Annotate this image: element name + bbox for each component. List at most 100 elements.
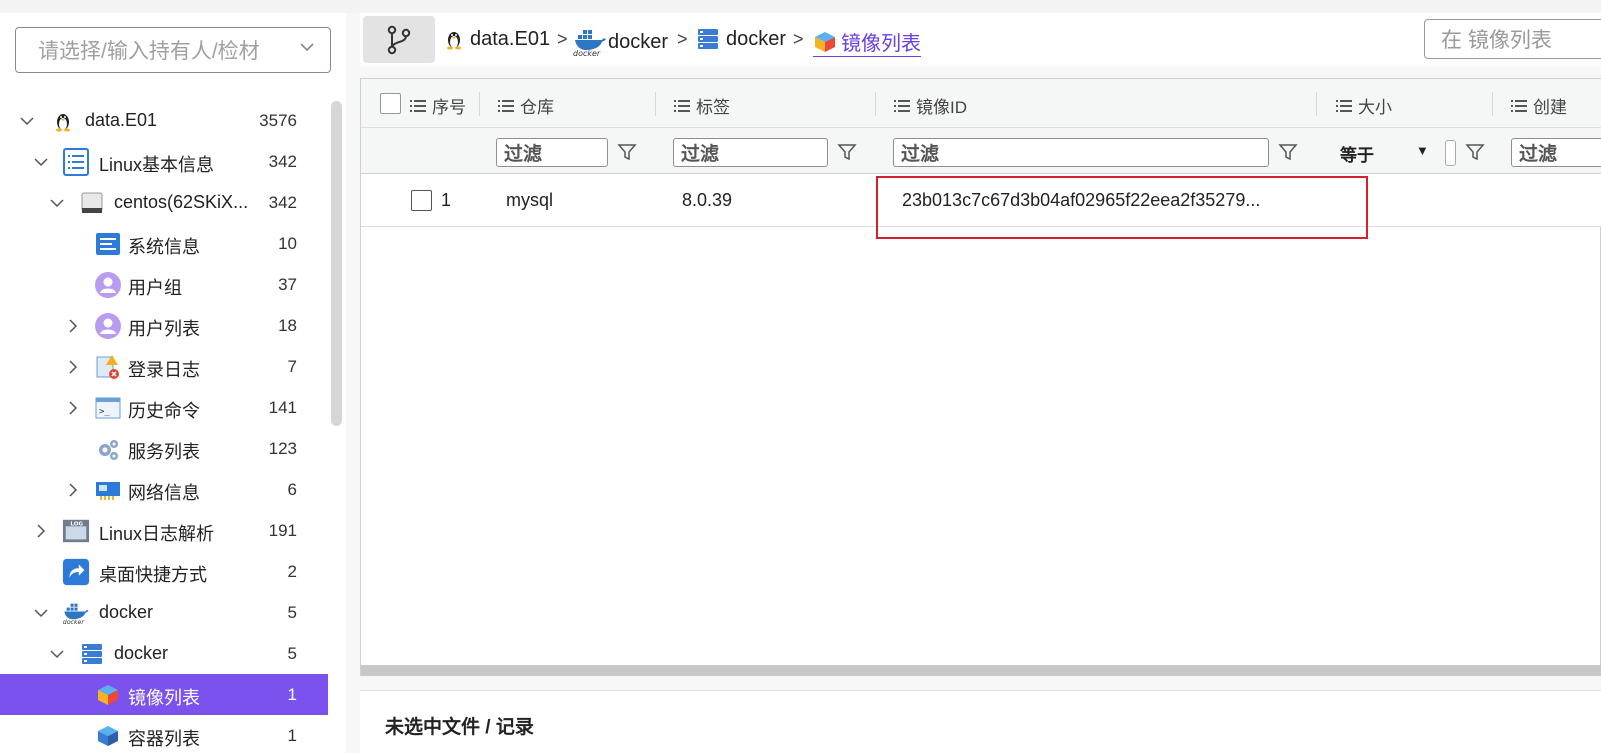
branch-button[interactable] [363, 16, 435, 63]
tree-item-count: 3576 [259, 111, 297, 130]
column-divider[interactable] [1316, 92, 1317, 116]
chevron-down-icon[interactable] [50, 196, 64, 210]
system-info-icon [94, 230, 122, 258]
tree-item[interactable]: 登录日志 7 [0, 346, 328, 387]
table-header: 序号 仓库 标签 镜像ID 大小 创建 [361, 79, 1601, 128]
image-table: 序号 仓库 标签 镜像ID 大小 创建 过滤 过滤 过滤 等于 ▼ 过滤 1 m… [360, 78, 1601, 676]
breadcrumb-item-image-list[interactable]: 镜像列表 [813, 27, 921, 57]
image-cube-icon [94, 681, 122, 709]
column-divider[interactable] [479, 92, 480, 116]
column-header-repo[interactable]: 仓库 [498, 93, 554, 118]
chevron-down-icon[interactable] [20, 114, 34, 128]
search-input[interactable]: 在 镜像列表 [1424, 19, 1601, 59]
terminal-icon: >_ [94, 394, 122, 422]
no-selection-text: 未选中文件 / 记录 [385, 717, 534, 738]
filter-funnel-icon[interactable] [617, 142, 637, 162]
column-divider[interactable] [1492, 92, 1493, 116]
size-filter-operator[interactable]: 等于 [1340, 141, 1374, 166]
tree-item[interactable]: LOG Linux日志解析 191 [0, 510, 328, 551]
tree-item-label: 用户组 [128, 278, 182, 298]
list-menu-icon [894, 99, 910, 112]
filter-funnel-icon[interactable] [1278, 142, 1298, 162]
list-menu-icon [410, 99, 426, 112]
chevron-right-icon[interactable] [66, 401, 80, 415]
size-filter-input[interactable] [1445, 140, 1456, 166]
tree-item[interactable]: 用户列表 18 [0, 305, 328, 346]
image-cube-icon [813, 30, 837, 54]
gear-icon [94, 435, 122, 463]
column-header-created[interactable]: 创建 [1511, 93, 1567, 118]
caret-down-icon[interactable]: ▼ [1416, 143, 1429, 158]
linux-penguin-icon [442, 27, 466, 51]
chevron-right-icon[interactable] [66, 483, 80, 497]
tag-filter-input[interactable]: 过滤 [673, 138, 828, 167]
network-card-icon [94, 476, 122, 504]
filter-row: 过滤 过滤 过滤 等于 ▼ 过滤 [361, 128, 1601, 174]
tree-item[interactable]: 服务列表 123 [0, 428, 328, 469]
container-icon [94, 722, 122, 750]
tree-item[interactable]: 镜像列表 1 [0, 674, 328, 715]
list-menu-icon [1511, 99, 1527, 112]
created-filter-input[interactable]: 过滤 [1511, 138, 1601, 167]
column-header-size[interactable]: 大小 [1336, 93, 1392, 118]
repo-filter-input[interactable]: 过滤 [496, 138, 608, 167]
chevron-down-icon[interactable] [34, 155, 48, 169]
breadcrumb-item-data-e01[interactable]: data.E01 [442, 27, 550, 51]
tree-item-count: 1 [287, 685, 297, 704]
tree-item[interactable]: 容器列表 1 [0, 715, 328, 753]
tree-item[interactable]: docker docker 5 [0, 592, 328, 633]
user-group-icon [94, 271, 122, 299]
tree-item-label: docker [99, 602, 154, 622]
server-icon [78, 640, 106, 668]
column-divider[interactable] [875, 92, 876, 116]
horizontal-scrollbar[interactable] [361, 665, 1601, 676]
tree-item-count: 6 [287, 480, 297, 499]
column-header-index[interactable]: 序号 [410, 93, 466, 118]
column-header-tag[interactable]: 标签 [674, 93, 730, 118]
tree-item[interactable]: 网络信息 6 [0, 469, 328, 510]
log-file-icon: LOG [62, 517, 90, 545]
tree-item-label: 服务列表 [128, 442, 200, 462]
tree-item[interactable]: 桌面快捷方式 2 [0, 551, 328, 592]
filter-funnel-icon[interactable] [837, 142, 857, 162]
tree-item-count: 2 [287, 562, 297, 581]
select-all-checkbox[interactable] [380, 93, 401, 114]
tree-item-label: 用户列表 [128, 319, 200, 339]
list-document-icon [62, 148, 90, 176]
tree-item[interactable]: 用户组 37 [0, 264, 328, 305]
chevron-right-icon[interactable] [34, 524, 48, 538]
tree-item[interactable]: >_ 历史命令 141 [0, 387, 328, 428]
chevron-right-icon[interactable] [66, 360, 80, 374]
svg-text:LOG: LOG [70, 521, 83, 527]
list-menu-icon [1336, 99, 1352, 112]
tree-item-label: docker [114, 643, 169, 663]
row-checkbox[interactable] [411, 190, 432, 211]
filter-funnel-icon[interactable] [1465, 142, 1485, 162]
svg-text:docker: docker [63, 619, 85, 626]
column-header-image-id[interactable]: 镜像ID [894, 93, 967, 118]
chevron-right-icon[interactable] [66, 319, 80, 333]
list-menu-icon [674, 99, 690, 112]
tree-item-count: 18 [278, 316, 297, 335]
column-divider[interactable] [655, 92, 656, 116]
chevron-down-icon[interactable] [50, 647, 64, 661]
owner-select-placeholder: 请选择/输入持有人/检材 [38, 40, 260, 63]
sidebar-scrollbar[interactable] [331, 101, 342, 426]
tree-item-count: 10 [278, 234, 297, 253]
tree-item-count: 5 [287, 603, 297, 622]
image-id-filter-input[interactable]: 过滤 [893, 138, 1269, 167]
tree-item[interactable]: data.E01 3576 [0, 100, 328, 141]
tree-item[interactable]: 系统信息 10 [0, 223, 328, 264]
tree-item[interactable]: Linux基本信息 342 [0, 141, 328, 182]
breadcrumb-separator: > [677, 29, 688, 49]
tree-item-label: 镜像列表 [128, 688, 200, 708]
tree-item-count: 123 [268, 439, 297, 458]
tree-item[interactable]: docker 5 [0, 633, 328, 674]
chevron-down-icon[interactable] [34, 606, 48, 620]
tree-item[interactable]: centos(62SKiX... 342 [0, 182, 328, 223]
owner-select[interactable]: 请选择/输入持有人/检材 [15, 27, 331, 73]
cell-repo: mysql [506, 190, 554, 210]
breadcrumb-item-docker-server[interactable]: docker [696, 27, 786, 51]
breadcrumb-item-docker[interactable]: docker docker [572, 27, 668, 58]
detail-panel: 未选中文件 / 记录 [360, 690, 1601, 753]
